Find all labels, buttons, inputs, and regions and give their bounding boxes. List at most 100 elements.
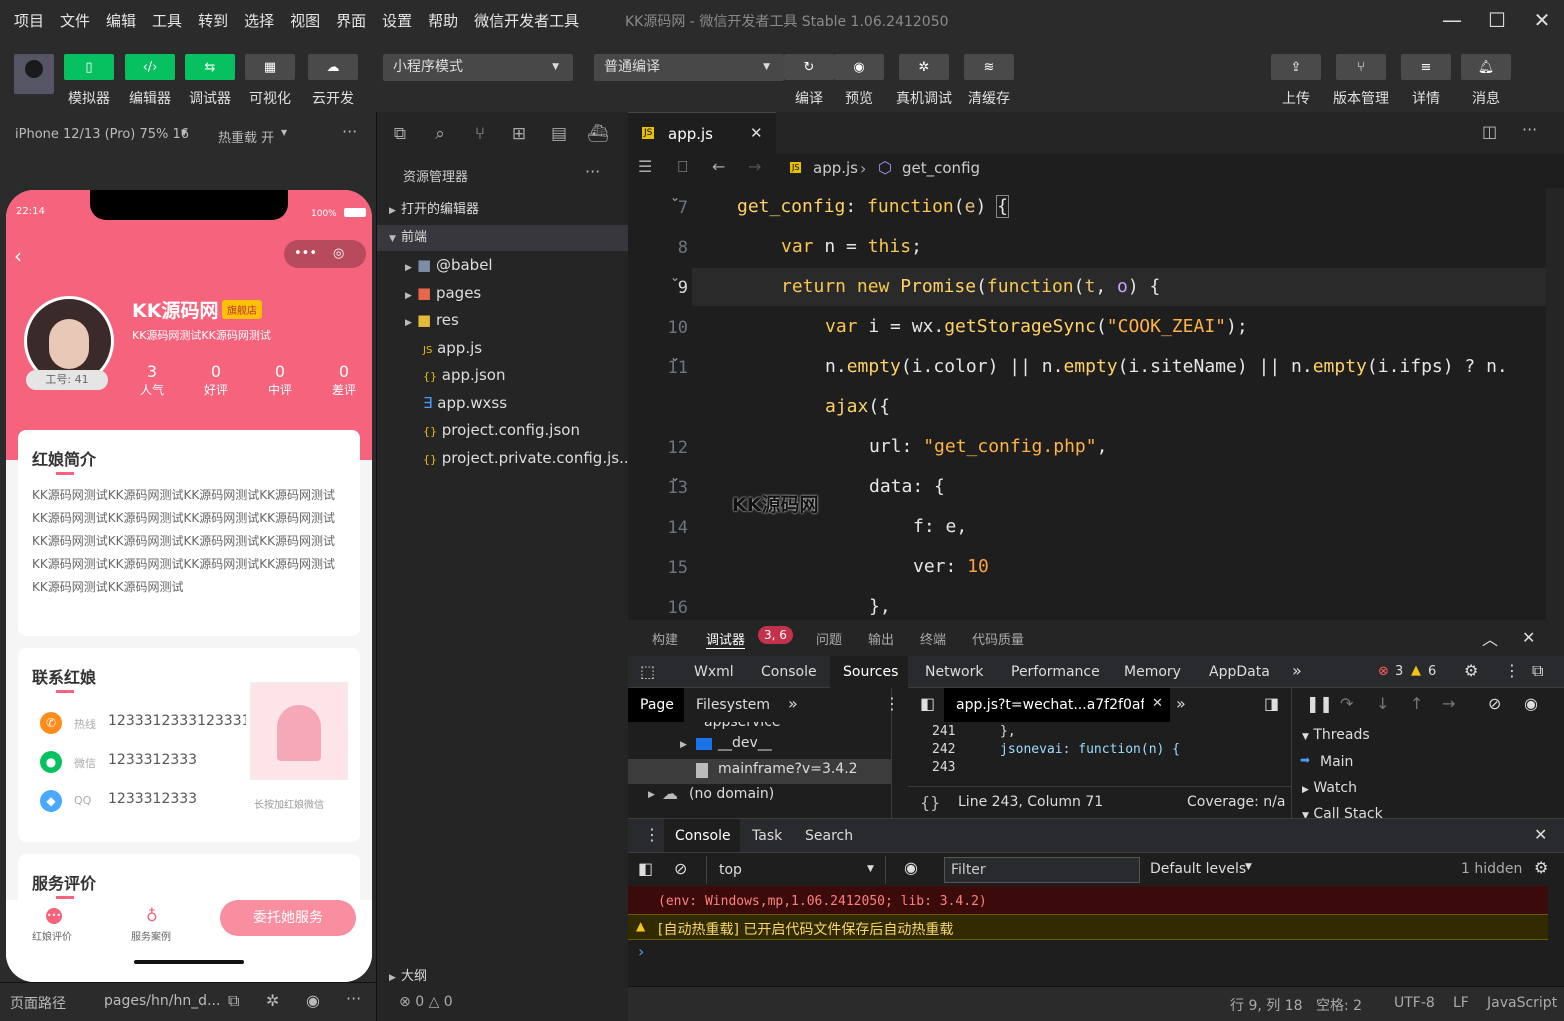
bookmark-icon[interactable]: ⎕ xyxy=(678,157,688,177)
docker-icon[interactable]: ⛴ xyxy=(587,124,609,146)
more-tabs-icon[interactable]: » xyxy=(1292,661,1302,680)
tab-console[interactable]: Console xyxy=(761,664,817,680)
console-warning-entry[interactable]: ▲ [自动热重载] 已开启代码文件保存后自动热重载 xyxy=(628,914,1548,940)
code-line[interactable]: var i = wx.getStorageSync("COOK_ZEAI"); xyxy=(825,316,1248,337)
code-line[interactable]: ajax({ xyxy=(825,396,890,417)
search-icon[interactable]: ⌕ xyxy=(429,124,451,146)
context-select[interactable]: top ▼ xyxy=(706,856,886,884)
bug-icon[interactable]: ✲ xyxy=(266,991,279,1010)
tab-memory[interactable]: Memory xyxy=(1124,664,1181,680)
gear-icon[interactable]: ⚙ xyxy=(1534,858,1548,877)
error-icon[interactable]: ⊗ xyxy=(1378,664,1389,679)
gear-icon[interactable]: ⚙ xyxy=(1464,661,1478,680)
tab-sources[interactable]: Sources xyxy=(843,664,898,680)
code-line[interactable]: var n = this; xyxy=(781,236,922,257)
pretty-print-icon[interactable]: {} xyxy=(920,793,940,812)
eol-status[interactable]: LF xyxy=(1453,995,1469,1011)
menu-project[interactable]: 项目 xyxy=(14,10,44,31)
tree-item-project-private-config[interactable]: {} project.private.config.js... xyxy=(423,445,627,471)
mode-select[interactable]: 小程序模式 ▼ xyxy=(383,54,573,81)
tree-mainframe[interactable]: mainframe?v=3.4.2 xyxy=(718,761,858,777)
debugger-icon[interactable]: ⇆ xyxy=(185,54,235,80)
close-icon[interactable]: ✕ xyxy=(1522,628,1535,647)
pause-exceptions-icon[interactable]: ◉ xyxy=(1524,694,1538,713)
drawer-tab-search[interactable]: Search xyxy=(805,828,853,844)
language-status[interactable]: JavaScript xyxy=(1487,995,1557,1011)
close-icon[interactable]: ✕ xyxy=(750,124,763,142)
code-line[interactable]: url: "get_config.php", xyxy=(869,436,1107,457)
code-line[interactable]: n.empty(i.color) || n.empty(i.siteName) … xyxy=(825,356,1508,377)
close-icon[interactable]: ✕ xyxy=(1530,8,1554,32)
bell-icon[interactable]: 🔔︎ xyxy=(1461,54,1511,80)
menu-help[interactable]: 帮助 xyxy=(428,10,458,31)
fold-icon[interactable]: ⌄ xyxy=(670,270,680,284)
more-icon[interactable]: ••• xyxy=(294,246,317,261)
qq-value[interactable]: 1233312333 xyxy=(108,791,197,807)
more-icon[interactable]: ⋮ xyxy=(884,694,900,713)
list-icon[interactable]: ☰ xyxy=(638,157,652,176)
step-over-icon[interactable]: ↷ xyxy=(1340,694,1353,713)
capsule-menu[interactable]: ••• ◎ xyxy=(284,240,366,268)
thread-main[interactable]: Main xyxy=(1320,754,1353,770)
close-icon[interactable]: ✕ xyxy=(1534,825,1547,844)
source-control-icon[interactable]: ⑂ xyxy=(469,124,491,146)
tree-item-res[interactable]: ▶ ■ res xyxy=(405,307,459,333)
tab-wxml[interactable]: Wxml xyxy=(694,664,734,680)
nav-review[interactable]: 红娘评价 xyxy=(32,928,72,943)
indent-status[interactable]: 空格: 2 xyxy=(1316,995,1362,1015)
fold-icon[interactable]: ⌄ xyxy=(670,350,680,364)
drawer-tab-task[interactable]: Task xyxy=(752,828,782,844)
tree-item-babel[interactable]: ▶ ■ @babel xyxy=(405,252,493,278)
chevron-up-icon[interactable]: ︿ xyxy=(1482,626,1498,650)
problems-summary[interactable]: ⊗ 0 △ 0 xyxy=(399,994,453,1010)
tree-appservice[interactable]: appservice xyxy=(704,722,781,730)
tab-filesystem[interactable]: Filesystem xyxy=(696,697,770,713)
menu-wechat-devtools[interactable]: 微信开发者工具 xyxy=(474,10,579,31)
step-icon[interactable]: → xyxy=(1442,694,1455,713)
entrust-button[interactable]: 委托她服务 xyxy=(220,900,356,936)
copy-icon[interactable]: ⧉ xyxy=(228,991,239,1011)
cursor-status[interactable]: 行 9, 列 18 xyxy=(1230,995,1303,1015)
more-icon[interactable]: ··· xyxy=(1522,120,1537,139)
breadcrumb-file[interactable]: app.js xyxy=(813,159,858,177)
device-select[interactable]: iPhone 12/13 (Pro) 75% 16 xyxy=(15,127,189,142)
tab-build[interactable]: 构建 xyxy=(652,629,678,648)
details-icon[interactable]: ≡ xyxy=(1401,54,1451,80)
tab-terminal[interactable]: 终端 xyxy=(920,629,946,648)
preview-icon[interactable]: ◉ xyxy=(834,54,884,80)
back-icon[interactable]: ‹ xyxy=(14,244,22,268)
console-prompt-icon[interactable]: › xyxy=(638,942,644,961)
console-error-entry[interactable]: (env: Windows,mp,1.06.2412050; lib: 3.4.… xyxy=(628,886,1548,914)
code-line[interactable]: f: e, xyxy=(913,516,967,537)
tree-item-pages[interactable]: ▶ ■ pages xyxy=(405,280,481,306)
page-path-label[interactable]: 页面路径 xyxy=(10,993,66,1013)
split-editor-icon[interactable]: ◫ xyxy=(1482,122,1497,141)
compile-icon[interactable]: ↻ xyxy=(784,54,834,80)
more-icon[interactable]: ··· xyxy=(346,989,361,1008)
forward-icon[interactable]: → xyxy=(748,157,761,176)
fold-icon[interactable]: ⌄ xyxy=(670,470,680,484)
code-line[interactable]: }, xyxy=(869,596,891,617)
tab-debugger[interactable]: 调试器 xyxy=(706,629,746,649)
maximize-icon[interactable]: ☐ xyxy=(1485,8,1509,32)
tree-dev[interactable]: __dev__ xyxy=(718,735,772,751)
cloud-icon[interactable]: ☁ xyxy=(308,54,358,80)
toggle-navigator-icon[interactable]: ◧ xyxy=(920,694,935,713)
inspect-icon[interactable]: ⬚ xyxy=(640,662,655,681)
source-line[interactable]: }, xyxy=(1000,724,1016,739)
callstack-section[interactable]: ▼ Call Stack xyxy=(1302,806,1383,818)
tab-performance[interactable]: Performance xyxy=(1011,664,1100,680)
qr-code-image[interactable] xyxy=(250,682,348,780)
sidebar-icon[interactable]: ◧ xyxy=(638,859,653,878)
menu-goto[interactable]: 转到 xyxy=(198,10,228,31)
file-tab[interactable]: app.js?t=wechat...a7f2f0af79175c ✕ xyxy=(944,688,1170,722)
hotline-value[interactable]: 12333123331233312 xyxy=(108,713,246,729)
simulator-icon[interactable]: ▯ xyxy=(64,54,114,80)
warning-icon[interactable]: ▲ xyxy=(1411,663,1421,678)
tab-code-quality[interactable]: 代码质量 xyxy=(972,629,1024,648)
editor-icon[interactable]: ‹/› xyxy=(125,54,175,80)
code-line[interactable]: data: { xyxy=(869,476,945,497)
more-icon[interactable]: ··· xyxy=(585,162,600,181)
more-tabs-icon[interactable]: » xyxy=(788,694,798,713)
code-line[interactable]: get_config: function(e) { xyxy=(737,195,1009,218)
